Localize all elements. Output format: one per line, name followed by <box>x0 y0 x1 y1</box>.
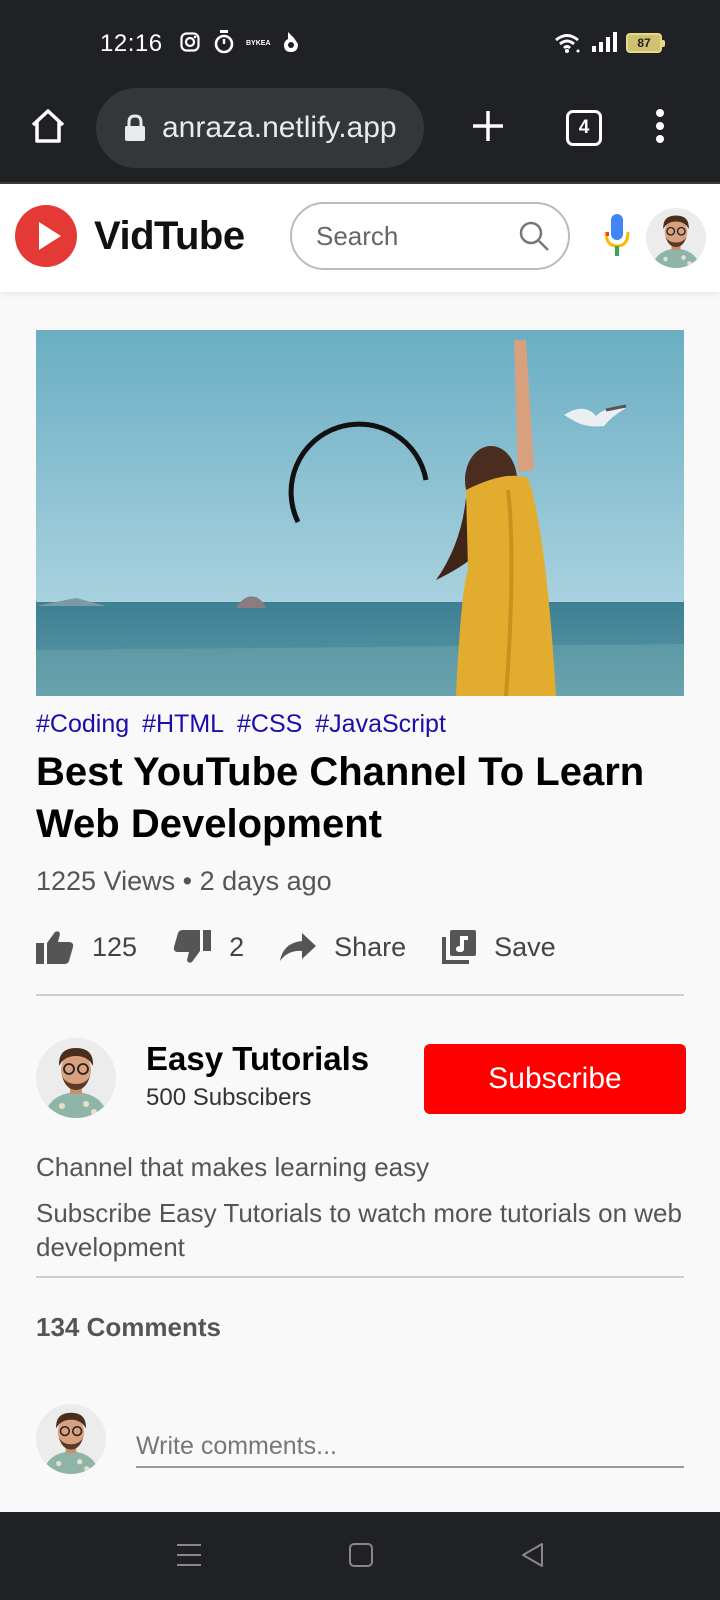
tag-link[interactable]: #Coding <box>36 710 129 738</box>
playlist-add-icon <box>442 930 477 964</box>
tab-switcher-button[interactable]: 4 <box>566 110 602 146</box>
logo-text: VidTube <box>94 213 245 258</box>
tag-link[interactable]: #HTML <box>142 710 224 738</box>
meta-separator: • <box>182 866 193 896</box>
thumbs-up-icon <box>36 931 74 964</box>
avatar-image <box>36 1404 106 1474</box>
timer-icon <box>214 30 234 54</box>
comment-input[interactable] <box>136 1426 684 1468</box>
new-tab-icon[interactable] <box>470 108 506 144</box>
channel-description: Channel that makes learning easy <box>36 1152 430 1182</box>
search-box <box>290 202 570 270</box>
channel-avatar[interactable] <box>36 1038 116 1118</box>
site-logo[interactable]: VidTube <box>14 204 245 268</box>
dislike-count: 2 <box>229 931 245 962</box>
status-time: 12:16 <box>100 30 163 57</box>
battery-icon: 87 <box>626 33 665 53</box>
app-icon <box>284 32 298 52</box>
upload-age: 2 days ago <box>199 866 332 896</box>
url-text: anraza.netlify.app <box>162 111 397 144</box>
lock-icon <box>125 114 145 141</box>
play-logo-icon <box>15 205 77 267</box>
search-input[interactable] <box>316 220 518 252</box>
home-nav-icon[interactable] <box>348 1542 374 1568</box>
save-label: Save <box>494 931 556 962</box>
view-count: 1225 Views <box>36 866 176 896</box>
bykea-icon: BYKEA <box>246 40 271 47</box>
comments-count: 134 Comments <box>36 1312 221 1342</box>
video-thumbnail <box>36 330 684 696</box>
avatar-image <box>646 208 706 268</box>
comment-user-avatar <box>36 1404 106 1474</box>
share-button[interactable]: Share <box>280 932 406 963</box>
system-nav-bar <box>0 1512 720 1600</box>
subscriber-count: 500 Subscibers <box>146 1084 312 1111</box>
save-button[interactable]: Save <box>442 930 556 964</box>
status-bar: 12:16 BYKEA 87 <box>0 0 720 80</box>
like-count: 125 <box>92 931 138 962</box>
avatar-image <box>36 1038 116 1118</box>
tag-link[interactable]: #CSS <box>237 710 302 738</box>
menu-nav-icon[interactable] <box>176 1542 202 1568</box>
back-nav-icon[interactable] <box>520 1542 546 1568</box>
share-icon <box>280 933 317 961</box>
status-right: 87 <box>554 32 665 54</box>
site-header: VidTube <box>0 184 720 292</box>
video-title: Best YouTube Channel To Learn Web Develo… <box>36 750 645 846</box>
channel-name[interactable]: Easy Tutorials <box>146 1040 369 1078</box>
wifi-icon <box>555 34 580 53</box>
thumbs-down-icon <box>173 930 212 963</box>
subscribe-button[interactable]: Subscribe <box>424 1044 686 1114</box>
address-bar[interactable]: anraza.netlify.app <box>96 88 424 168</box>
channel-description-more: Subscribe Easy Tutorials to watch more t… <box>36 1198 682 1262</box>
video-actions: 125 2 Share Save <box>36 930 592 964</box>
instagram-icon <box>180 32 200 52</box>
user-avatar[interactable] <box>646 208 706 268</box>
search-icon[interactable] <box>518 220 550 252</box>
more-menu-icon[interactable] <box>654 108 666 144</box>
video-tags: #Coding #HTML #CSS #JavaScript <box>36 710 452 739</box>
dislike-button[interactable]: 2 <box>173 930 244 964</box>
microphone-icon[interactable] <box>604 214 630 258</box>
tag-link[interactable]: #JavaScript <box>315 710 446 738</box>
home-icon[interactable] <box>28 106 68 146</box>
divider <box>36 994 684 996</box>
like-button[interactable]: 125 <box>36 930 137 964</box>
video-player[interactable] <box>36 330 684 696</box>
share-label: Share <box>334 931 407 962</box>
signal-icon <box>592 32 617 52</box>
video-meta: 1225 Views • 2 days ago <box>36 866 332 897</box>
divider <box>36 1276 684 1278</box>
browser-toolbar: anraza.netlify.app 4 <box>0 80 720 184</box>
